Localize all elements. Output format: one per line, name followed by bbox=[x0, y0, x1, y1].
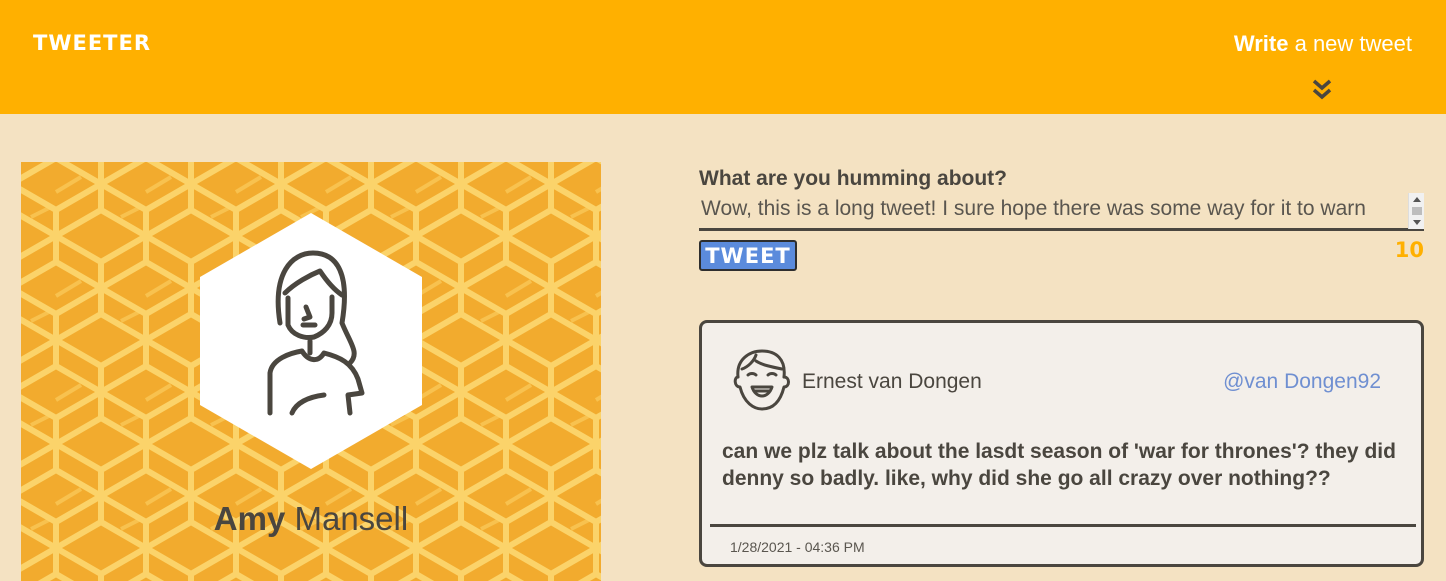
tweet-author-handle[interactable]: @van Dongen92 bbox=[1223, 370, 1381, 394]
profile-last-name: Mansell bbox=[294, 500, 409, 537]
brand-logo[interactable]: TWEETER bbox=[33, 31, 151, 55]
tweet-card: Ernest van Dongen @van Dongen92 can we p… bbox=[699, 320, 1424, 567]
top-navbar: TWEETER Write a new tweet bbox=[0, 0, 1446, 114]
tweet-textarea[interactable]: Wow, this is a long tweet! I sure hope t… bbox=[699, 193, 1424, 231]
write-new-tweet-link[interactable]: Write a new tweet bbox=[1234, 31, 1412, 57]
double-chevron-down-icon[interactable] bbox=[1311, 77, 1333, 101]
profile-first-name: Amy bbox=[213, 500, 286, 537]
scroll-up-icon[interactable] bbox=[1413, 197, 1421, 202]
user-avatar bbox=[200, 213, 422, 469]
compose-label: What are you humming about? bbox=[699, 167, 1007, 190]
write-label-bold: Write bbox=[1233, 31, 1289, 56]
textarea-scrollbar[interactable] bbox=[1408, 193, 1424, 229]
tweet-button[interactable]: TWEET bbox=[699, 240, 797, 271]
write-label-rest: a new tweet bbox=[1294, 31, 1412, 56]
character-counter: 10 bbox=[1394, 238, 1424, 262]
scroll-down-icon[interactable] bbox=[1413, 220, 1421, 225]
tweet-content: can we plz talk about the lasdt season o… bbox=[722, 440, 1396, 490]
user-avatar-icon bbox=[733, 349, 790, 411]
tweet-timestamp: 1/28/2021 - 04:36 PM bbox=[730, 539, 865, 555]
tweet-author-name: Ernest van Dongen bbox=[802, 370, 982, 393]
scroll-thumb[interactable] bbox=[1412, 207, 1422, 215]
profile-name: Amy Mansell bbox=[0, 500, 622, 538]
tweet-divider bbox=[710, 524, 1416, 527]
